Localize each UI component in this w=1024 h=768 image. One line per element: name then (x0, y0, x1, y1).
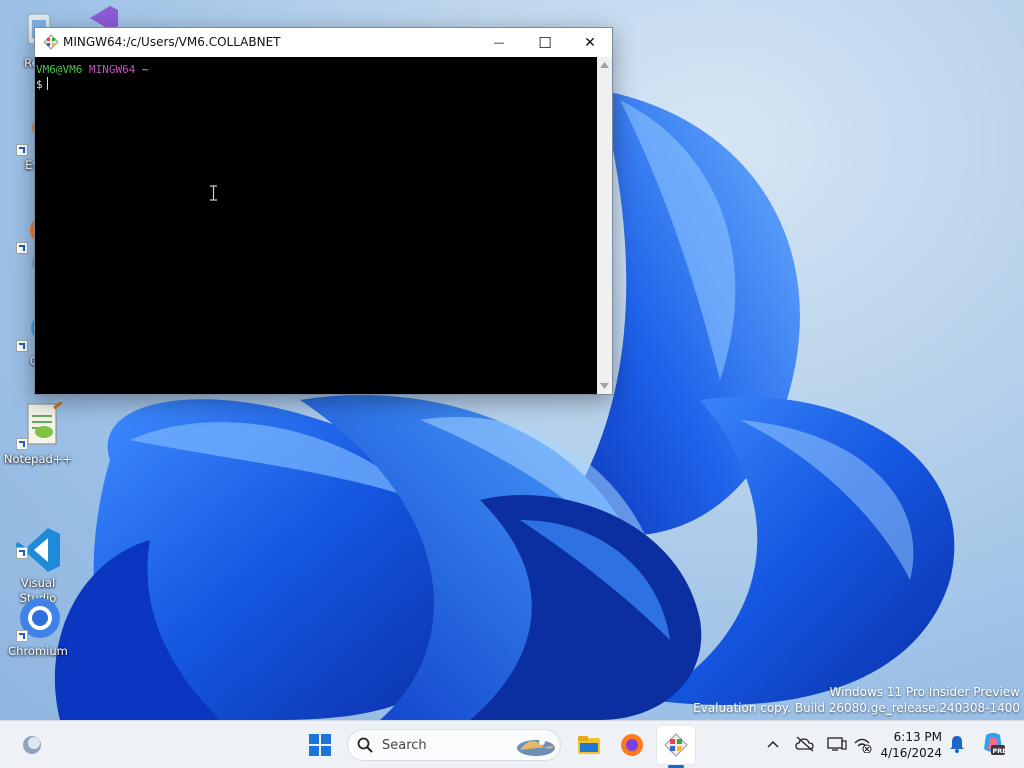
shortcut-arrow-icon (16, 144, 28, 156)
taskbar-clock[interactable]: 6:13 PM 4/16/2024 (880, 729, 942, 761)
window-title: MINGW64:/c/Users/VM6.COLLABNET (63, 35, 281, 49)
notifications-button[interactable] (946, 733, 968, 755)
onedrive-tray-button[interactable] (794, 733, 816, 755)
ibeam-cursor-icon (209, 185, 218, 201)
taskbar-file-explorer[interactable] (569, 725, 609, 765)
widgets-icon (23, 736, 41, 754)
taskbar-git-bash[interactable] (656, 725, 696, 765)
close-icon: ✕ (584, 34, 596, 51)
terminal-console[interactable]: VM6@VM6 MINGW64 ~ $ (35, 57, 597, 394)
display-icon (827, 737, 847, 751)
search-icon (357, 737, 373, 753)
scroll-up-arrow-icon[interactable] (597, 57, 612, 73)
maximize-button[interactable]: ☐ (522, 28, 568, 57)
window-titlebar[interactable]: MINGW64:/c/Users/VM6.COLLABNET — ☐ ✕ (35, 28, 612, 58)
clock-date: 4/16/2024 (880, 746, 942, 760)
notification-bell-icon (950, 736, 964, 753)
onedrive-offline-icon (795, 736, 814, 752)
scroll-down-arrow-icon[interactable] (597, 378, 612, 394)
prompt-env: MINGW64 (88, 63, 136, 76)
shortcut-arrow-icon (16, 438, 28, 450)
git-bash-icon (43, 34, 59, 50)
widgets-button[interactable] (12, 725, 52, 765)
desktop-icon-label: Chromium (8, 644, 68, 658)
prompt-user: VM6@VM6 (36, 63, 83, 76)
chevron-up-icon (767, 740, 779, 748)
shortcut-arrow-icon (16, 630, 28, 642)
file-explorer-icon (578, 736, 600, 754)
svg-text:PRE: PRE (993, 747, 1007, 755)
start-button[interactable] (300, 725, 340, 765)
network-tray-button[interactable] (852, 733, 874, 755)
network-off-icon (854, 738, 872, 753)
text-cursor (46, 77, 48, 90)
show-hidden-icons-button[interactable] (762, 733, 784, 755)
prompt-symbol: $ (36, 78, 43, 91)
maximize-icon: ☐ (538, 33, 552, 52)
taskbar-firefox[interactable] (612, 725, 652, 765)
git-bash-icon (664, 733, 688, 757)
copilot-icon: PRE (984, 733, 1007, 755)
search-highlight-icon (517, 739, 555, 756)
minimize-button[interactable]: — (476, 28, 522, 57)
shortcut-arrow-icon (16, 547, 28, 559)
clock-time: 6:13 PM (893, 730, 942, 744)
start-icon (309, 734, 331, 756)
vertical-scrollbar[interactable] (597, 57, 612, 394)
desktop-icon-label: Notepad++ (3, 452, 73, 466)
vscode-icon (14, 511, 62, 572)
prompt-input-line[interactable]: $ (36, 77, 597, 91)
watermark-line-1: Windows 11 Pro Insider Preview (829, 685, 1020, 699)
shortcut-arrow-icon (16, 242, 28, 254)
copilot-button[interactable]: PRE (980, 731, 1006, 757)
prompt-path: ~ (141, 63, 149, 76)
taskbar: Search 6:13 PM 4/16/2024 PRE (0, 720, 1024, 768)
display-tray-button[interactable] (826, 733, 848, 755)
firefox-icon (621, 734, 643, 756)
close-button[interactable]: ✕ (567, 28, 613, 57)
git-bash-window[interactable]: MINGW64:/c/Users/VM6.COLLABNET — ☐ ✕ VM6… (34, 27, 613, 395)
evaluation-watermark: Windows 11 Pro Insider Preview Evaluatio… (693, 684, 1020, 716)
desktop-icon-notepad-plus-plus[interactable]: Notepad++ (2, 400, 74, 467)
taskbar-search-box[interactable]: Search (347, 729, 561, 761)
desktop-icon-chromium[interactable]: Chromium (2, 594, 74, 659)
watermark-line-2: Evaluation copy. Build 26080.ge_release.… (693, 701, 1020, 715)
minimize-icon: — (493, 36, 505, 49)
search-placeholder: Search (382, 738, 427, 753)
notepad-plus-plus-icon (14, 400, 63, 450)
prompt-header-line: VM6@VM6 MINGW64 ~ (36, 63, 597, 77)
shortcut-arrow-icon (16, 340, 28, 352)
chromium-icon (14, 594, 62, 642)
